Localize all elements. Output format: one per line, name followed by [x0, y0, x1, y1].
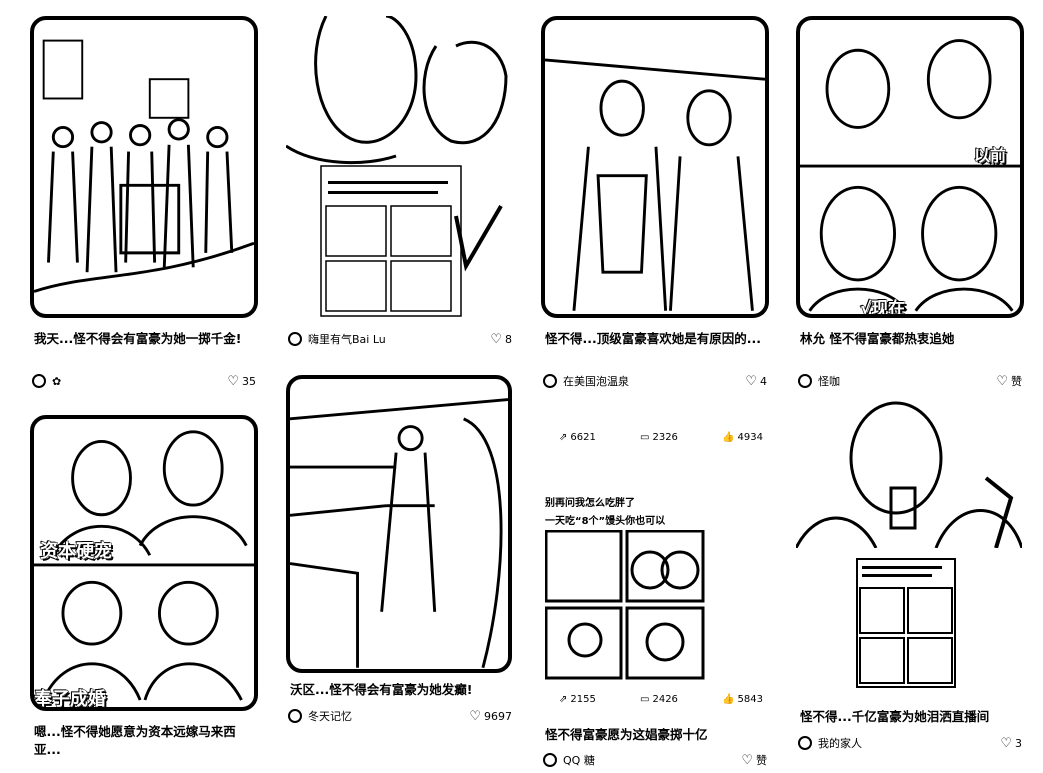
photo-couple-collage — [34, 430, 254, 701]
author-name[interactable]: 冬天记忆 — [308, 708, 469, 724]
author-name[interactable]: 在美国泡温泉 — [563, 373, 745, 389]
card-thumbnail[interactable]: 资本硬宠 奉子成婚 — [30, 415, 258, 711]
card-title[interactable]: 怪不得富豪愿为这娼豪掷十亿 — [545, 726, 767, 744]
thumbnail-overlay-text: 奉子成婚 — [34, 689, 107, 710]
comment-stat: ▭ 2426 — [640, 693, 678, 705]
card-meta: 冬天记忆 ♡ 9697 — [288, 707, 512, 725]
card-meta: QQ 糖 ♡ 赞 — [543, 751, 767, 769]
heart-icon: ♡ — [1000, 735, 1012, 751]
photo-before-after-faces — [800, 39, 1020, 312]
author-name[interactable]: ✿ — [52, 375, 227, 388]
author-avatar[interactable] — [288, 709, 302, 723]
card-thumbnail[interactable]: 以前 √现在 — [796, 16, 1024, 318]
author-avatar[interactable] — [798, 374, 812, 388]
heart-icon: ♡ — [996, 373, 1008, 389]
author-name[interactable]: 我的家人 — [818, 735, 1000, 751]
like-count: 35 — [242, 374, 256, 388]
like-count: 赞 — [1011, 375, 1022, 388]
like-stat: 👍 5843 — [722, 693, 763, 705]
like-button[interactable]: ♡ 赞 — [996, 373, 1022, 389]
author-avatar[interactable] — [798, 736, 812, 750]
thumbnail-caption: 一天吃“8个”馒头你也可以 — [545, 516, 666, 527]
photo-man-eating — [794, 401, 1024, 549]
photo-two-women — [545, 58, 765, 311]
embedded-screenshot — [856, 558, 956, 688]
thumbs-up-icon: 👍 — [722, 693, 735, 705]
comment-icon: ▭ — [640, 431, 650, 443]
like-stat: 👍 4934 — [722, 431, 763, 443]
card-thumbnail[interactable] — [544, 529, 705, 680]
comment-stat: ▭ 2326 — [640, 431, 678, 443]
comment-icon: ▭ — [640, 693, 650, 705]
like-button[interactable]: ♡ 8 — [490, 333, 512, 346]
photo-street-scene — [290, 398, 508, 669]
photo-crowd-scene — [34, 39, 254, 293]
author-name[interactable]: 嗨里有气Bai Lu — [308, 331, 490, 347]
card-title[interactable]: 怪不得...千亿富豪为她泪洒直播间 — [800, 708, 1022, 726]
like-count: 赞 — [756, 754, 767, 767]
card-meta: 嗨里有气Bai Lu ♡ 8 — [288, 330, 512, 348]
card-title[interactable]: 我天...怪不得会有富豪为她一掷千金! — [34, 330, 256, 366]
share-icon: ⇗ — [559, 431, 568, 443]
like-count: 3 — [1015, 736, 1022, 750]
thumbs-up-icon: 👍 — [722, 431, 735, 443]
heart-icon: ♡ — [490, 331, 502, 347]
card-meta: 我的家人 ♡ 3 — [798, 734, 1022, 752]
like-button[interactable]: ♡ 赞 — [741, 752, 767, 768]
card-thumbnail[interactable] — [286, 375, 512, 673]
author-avatar[interactable] — [288, 332, 302, 346]
card-thumbnail[interactable] — [541, 16, 769, 318]
like-button[interactable]: ♡ 4 — [745, 375, 767, 388]
like-button[interactable]: ♡ 35 — [227, 375, 256, 388]
card-thumbnail[interactable] — [286, 16, 514, 318]
author-avatar[interactable] — [543, 753, 557, 767]
like-button[interactable]: ♡ 9697 — [469, 710, 512, 723]
card-meta: ✿ ♡ 35 — [32, 372, 256, 390]
like-button[interactable]: ♡ 3 — [1000, 737, 1022, 750]
card-title[interactable]: 怪不得...顶级富豪喜欢她是有原因的... — [545, 330, 767, 366]
heart-icon: ♡ — [741, 752, 753, 768]
heart-icon: ♡ — [469, 708, 481, 724]
card-thumbnail[interactable] — [30, 16, 258, 318]
card-title[interactable]: 沃区...怪不得会有富豪为她发癫! — [290, 681, 512, 699]
share-icon: ⇗ — [559, 693, 568, 705]
author-name[interactable]: QQ 糖 — [563, 752, 741, 768]
thumbnail-overlay-text: 以前 — [973, 146, 1006, 166]
card-meta: 怪咖 ♡ 赞 — [798, 372, 1022, 390]
share-stat: ⇗ 6621 — [559, 431, 596, 443]
card-thumbnail[interactable] — [794, 398, 1024, 549]
photo-food-collage — [544, 529, 705, 680]
like-count: 9697 — [484, 709, 512, 723]
post-stats-bottom: ⇗ 2155 ▭ 2426 👍 5843 — [559, 692, 763, 706]
thumbnail-caption: 别再问我怎么吃胖了 — [545, 498, 635, 509]
card-meta: 在美国泡温泉 ♡ 4 — [543, 372, 767, 390]
post-stats-top: ⇗ 6621 ▭ 2326 👍 4934 — [559, 430, 763, 444]
thumbnail-overlay-text: 资本硬宠 — [40, 541, 113, 563]
share-stat: ⇗ 2155 — [559, 693, 596, 705]
author-avatar[interactable] — [32, 374, 46, 388]
thumbnail-overlay-text: √现在 — [859, 299, 906, 318]
card-title[interactable]: 嗯...怪不得她愿意为资本远嫁马来西亚... — [34, 723, 256, 759]
heart-icon: ♡ — [745, 373, 757, 389]
photo-screenshot-collage — [856, 558, 956, 688]
author-name[interactable]: 怪咖 — [818, 373, 996, 389]
like-count: 4 — [760, 374, 767, 388]
like-count: 8 — [505, 332, 512, 346]
photo-faces-screenshot — [286, 16, 508, 317]
card-title[interactable]: 林允 怪不得富豪都热衷追她 — [800, 330, 1022, 348]
heart-icon: ♡ — [227, 373, 239, 389]
author-avatar[interactable] — [543, 374, 557, 388]
